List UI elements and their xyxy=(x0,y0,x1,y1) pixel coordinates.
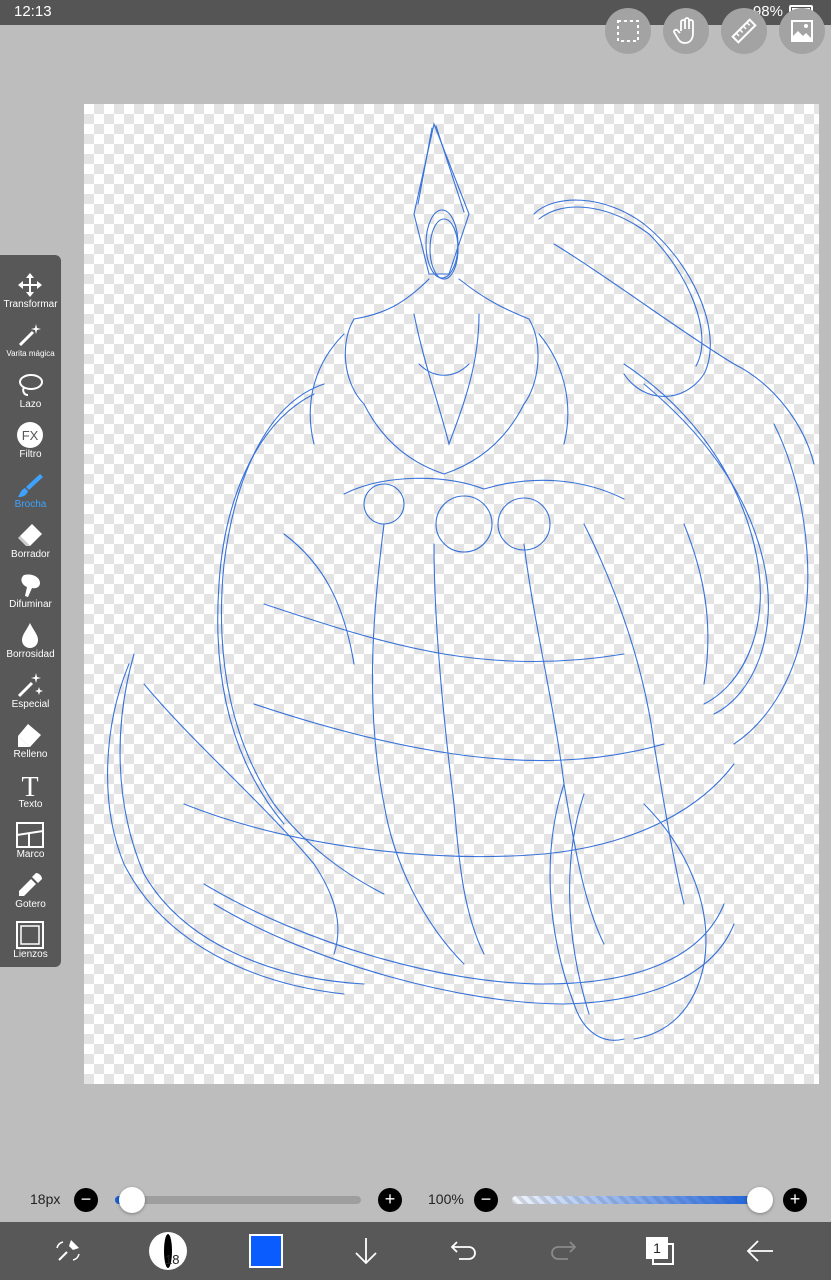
brush-preview: 18 xyxy=(149,1232,187,1270)
gallery-icon xyxy=(791,20,813,42)
tool-label: Especial xyxy=(11,699,50,710)
brush-size-decrease-button[interactable]: − xyxy=(74,1188,98,1212)
opacity-slider-row: 100% − + xyxy=(420,1186,831,1214)
tool-label: Borrosidad xyxy=(6,649,55,660)
drop-icon xyxy=(15,621,45,649)
tool-label: Varita mágica xyxy=(6,349,55,358)
brush-size-knob[interactable] xyxy=(119,1187,145,1213)
tool-magic-wand[interactable]: Varita mágica xyxy=(0,313,61,363)
tool-blur[interactable]: Borrosidad xyxy=(0,613,61,663)
tool-label: Gotero xyxy=(15,899,46,910)
selection-button[interactable] xyxy=(605,8,651,54)
opacity-decrease-button[interactable]: − xyxy=(474,1188,498,1212)
text-icon: T xyxy=(15,771,45,799)
eraser-icon xyxy=(15,521,45,549)
redo-button[interactable] xyxy=(543,1231,583,1271)
bottom-toolbar: 18 1 xyxy=(0,1222,831,1280)
back-button[interactable] xyxy=(740,1231,780,1271)
undo-icon xyxy=(450,1241,476,1260)
tool-frame[interactable]: Marco xyxy=(0,813,61,863)
sparkle-icon xyxy=(15,671,45,699)
frame-icon xyxy=(15,821,45,849)
layers-button[interactable]: 1 xyxy=(640,1231,680,1271)
brush-size-track[interactable] xyxy=(115,1196,361,1204)
tool-brush[interactable]: Brocha xyxy=(0,463,61,513)
swap-tools-icon xyxy=(56,1240,80,1261)
opacity-knob[interactable] xyxy=(747,1187,773,1213)
hand-icon xyxy=(673,17,694,44)
tool-filter[interactable]: FX Filtro xyxy=(0,413,61,463)
hand-button[interactable] xyxy=(663,8,709,54)
opacity-track[interactable] xyxy=(512,1196,762,1204)
brush-preview-value: 18 xyxy=(165,1252,180,1267)
tool-label: Lienzos xyxy=(13,949,48,960)
tool-eyedropper[interactable]: Gotero xyxy=(0,863,61,913)
brush-size-increase-button[interactable]: + xyxy=(378,1188,402,1212)
ruler-icon xyxy=(731,18,757,44)
adjust-tools-button[interactable] xyxy=(48,1231,88,1271)
tool-lasso[interactable]: Lazo xyxy=(0,363,61,413)
tool-canvas[interactable]: Lienzos xyxy=(0,913,61,963)
status-time: 12:13 xyxy=(14,3,52,20)
opacity-increase-button[interactable]: + xyxy=(783,1188,807,1212)
tool-smudge[interactable]: Difuminar xyxy=(0,563,61,613)
tool-transform[interactable]: Transformar xyxy=(0,263,61,313)
tool-eraser[interactable]: Borrador xyxy=(0,513,61,563)
ruler-button[interactable] xyxy=(721,8,767,54)
brush-size-label: 18px xyxy=(30,1191,61,1207)
drawing-canvas[interactable] xyxy=(84,104,819,1084)
brush-size-slider-row: 18px − + xyxy=(0,1186,420,1214)
tool-label: Relleno xyxy=(13,749,48,760)
color-swatch-button[interactable] xyxy=(246,1231,286,1271)
tool-label: Lazo xyxy=(19,399,42,410)
fx-icon: FX xyxy=(15,421,45,449)
lasso-icon xyxy=(15,371,45,399)
tool-text[interactable]: T Texto xyxy=(0,763,61,813)
opacity-label: 100% xyxy=(428,1191,464,1207)
tool-label: Filtro xyxy=(19,449,42,460)
tool-label: Texto xyxy=(18,799,43,810)
layers-icon: 1 xyxy=(646,1237,674,1265)
undo-button[interactable] xyxy=(444,1231,484,1271)
smudge-icon xyxy=(15,571,45,599)
tool-label: Transformar xyxy=(3,299,58,310)
layers-count: 1 xyxy=(646,1237,668,1259)
move-icon xyxy=(15,271,45,299)
eyedropper-icon xyxy=(15,871,45,899)
gallery-button[interactable] xyxy=(779,8,825,54)
brush-preview-button[interactable]: 18 xyxy=(148,1231,188,1271)
tool-palette: Transformar Varita mágica Lazo FX Filtro… xyxy=(0,255,61,967)
redo-icon xyxy=(551,1241,577,1260)
tool-fill[interactable]: Relleno xyxy=(0,713,61,763)
tool-label: Marco xyxy=(16,849,45,860)
current-color-swatch xyxy=(249,1234,283,1268)
save-down-button[interactable] xyxy=(346,1231,386,1271)
brush-icon xyxy=(15,471,45,499)
tool-special[interactable]: Especial xyxy=(0,663,61,713)
arrow-down-icon xyxy=(355,1238,377,1265)
sketch-drawing xyxy=(107,122,815,1041)
magic-wand-icon xyxy=(15,321,45,349)
arrow-left-icon xyxy=(746,1240,773,1262)
tool-label: Brocha xyxy=(14,499,47,510)
canvas-icon xyxy=(15,921,45,949)
selection-icon xyxy=(617,20,639,42)
bucket-icon xyxy=(15,721,45,749)
svg-text:T: T xyxy=(21,772,38,799)
tool-label: Borrador xyxy=(11,549,50,560)
svg-text:FX: FX xyxy=(22,428,39,443)
tool-label: Difuminar xyxy=(9,599,52,610)
